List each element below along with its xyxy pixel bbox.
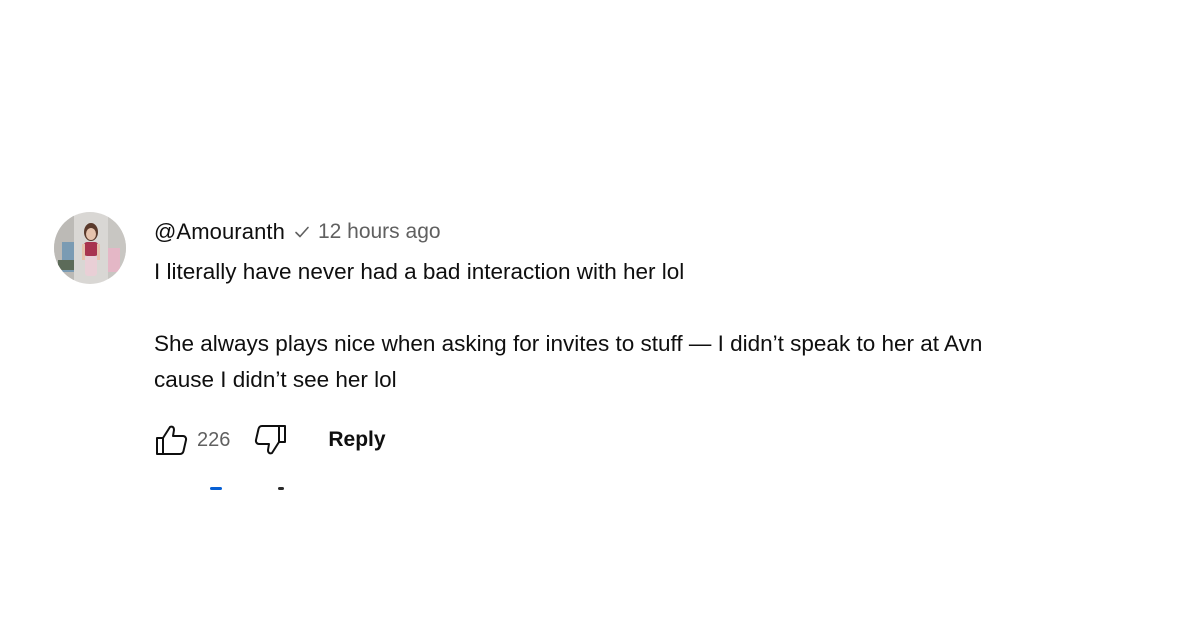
like-button[interactable] — [154, 422, 190, 458]
avatar[interactable] — [54, 212, 126, 284]
dislike-button[interactable] — [252, 422, 288, 458]
avatar-image — [54, 212, 126, 284]
author-name[interactable]: @Amouranth — [154, 219, 285, 245]
comment-timestamp[interactable]: 12 hours ago — [318, 220, 441, 244]
cropped-replies-link — [210, 484, 284, 492]
comment-body: @Amouranth 12 hours ago I literally have… — [154, 212, 1114, 462]
checkmark-icon — [294, 224, 310, 240]
page: @Amouranth 12 hours ago I literally have… — [0, 0, 1200, 628]
comment-text: I literally have never had a bad interac… — [154, 254, 1114, 398]
comment-thread: @Amouranth 12 hours ago I literally have… — [54, 212, 1114, 462]
comment-paragraph: She always plays nice when asking for in… — [154, 331, 983, 356]
thumbs-up-icon — [156, 425, 188, 455]
comment-actions: 226 Reply — [154, 418, 1114, 462]
thumbs-down-icon — [255, 425, 287, 455]
cropped-text-fragment — [210, 487, 222, 490]
comment-header: @Amouranth 12 hours ago — [154, 214, 1114, 250]
like-count: 226 — [197, 428, 231, 451]
comment-paragraph: I literally have never had a bad interac… — [154, 259, 685, 284]
comment-paragraph: cause I didn’t see her lol — [154, 367, 397, 392]
reply-button[interactable]: Reply — [328, 428, 385, 452]
cropped-text-fragment — [278, 487, 284, 490]
